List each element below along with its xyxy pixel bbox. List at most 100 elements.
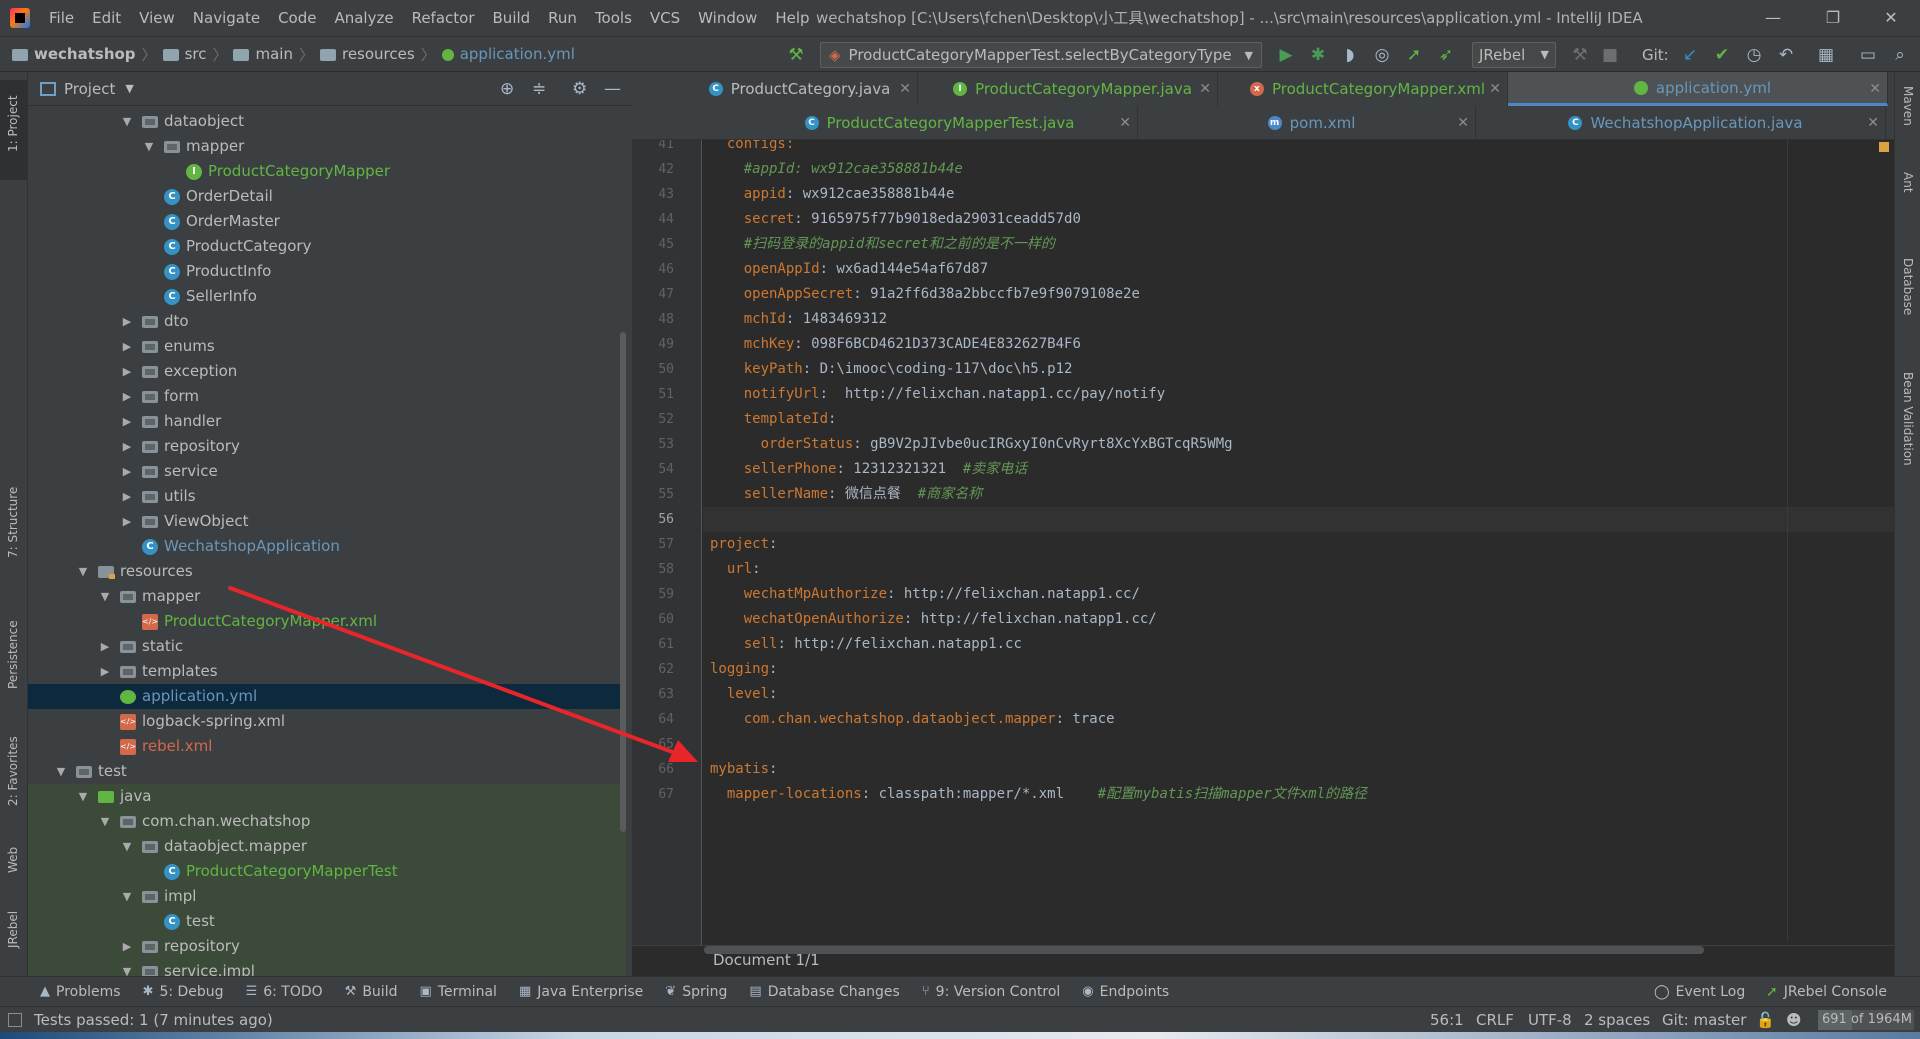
expanded-arrow-icon[interactable]: ▼ [120, 834, 134, 859]
tree-item[interactable]: ▶ exception [28, 359, 626, 384]
jrebel-select[interactable]: JRebel ▼ [1472, 42, 1556, 68]
menu-analyze[interactable]: Analyze [325, 0, 402, 36]
tree-item[interactable]: ▼ mapper [28, 134, 626, 159]
breadcrumb-file[interactable]: application.yml [441, 44, 575, 65]
close-tab-icon[interactable]: ✕ [1119, 106, 1131, 140]
expanded-arrow-icon[interactable]: ▼ [120, 109, 134, 134]
breadcrumb-main[interactable]: main [233, 44, 293, 65]
tree-item[interactable]: C ProductInfo [28, 259, 626, 284]
tree-item[interactable]: </> logback-spring.xml [28, 709, 626, 734]
tree-item[interactable]: application.yml [28, 684, 626, 709]
tree-item[interactable]: </> rebel.xml [28, 734, 626, 759]
expanded-arrow-icon[interactable]: ▼ [76, 784, 90, 809]
collapsed-arrow-icon[interactable]: ▶ [120, 509, 134, 534]
collapsed-arrow-icon[interactable]: ▶ [98, 634, 112, 659]
tab-maven[interactable]: Maven [1901, 86, 1915, 126]
caret-position[interactable]: 56:1 [1430, 1007, 1464, 1033]
tree-item[interactable]: ▼ java [28, 784, 626, 809]
tab-bean-validation[interactable]: Bean Validation [1901, 372, 1915, 466]
editor-tab[interactable]: m pom.xml ✕ [1138, 106, 1476, 140]
git-branch[interactable]: Git: master [1662, 1007, 1746, 1033]
tree-scrollbar[interactable] [620, 332, 626, 832]
expanded-arrow-icon[interactable]: ▼ [142, 134, 156, 159]
tree-item[interactable]: ▶ utils [28, 484, 626, 509]
expanded-arrow-icon[interactable]: ▼ [98, 809, 112, 834]
tree-item[interactable]: </> ProductCategoryMapper.xml [28, 609, 626, 634]
toggle-tool-windows-icon[interactable] [8, 1013, 22, 1027]
collapse-all-icon[interactable]: ≑ [532, 80, 546, 98]
tab-project[interactable]: 1: Project [0, 80, 28, 180]
project-view-select[interactable]: Project [64, 80, 115, 98]
tab-structure[interactable]: 7: Structure [0, 472, 28, 562]
collapsed-arrow-icon[interactable]: ▶ [120, 309, 134, 334]
tree-item[interactable]: ▶ dto [28, 309, 626, 334]
git-history-icon[interactable]: ◷ [1744, 45, 1764, 65]
tool-window-6-todo[interactable]: ☰ 6: TODO [246, 984, 323, 1000]
coverage-icon[interactable]: ◗ [1340, 45, 1360, 65]
tree-item[interactable]: ▼ com.chan.wechatshop [28, 809, 626, 834]
tree-item[interactable]: ▶ templates [28, 659, 626, 684]
collapsed-arrow-icon[interactable]: ▶ [98, 659, 112, 684]
menu-refactor[interactable]: Refactor [403, 0, 484, 36]
tool-window-5-debug[interactable]: ✱ 5: Debug [143, 984, 224, 1000]
tree-item[interactable]: C OrderDetail [28, 184, 626, 209]
editor-tab[interactable]: C ProductCategory.java ✕ [672, 72, 918, 106]
tool-window-9-version-control[interactable]: ⑂ 9: Version Control [922, 984, 1060, 1000]
breadcrumb-src[interactable]: src [162, 44, 206, 65]
presentation-icon[interactable]: ▭ [1858, 45, 1878, 65]
chevron-down-icon[interactable]: ▼ [125, 82, 133, 95]
tool-window-endpoints[interactable]: ◉ Endpoints [1082, 984, 1169, 1000]
tree-item[interactable]: ▼ resources [28, 559, 626, 584]
tree-item[interactable]: ▼ test [28, 759, 626, 784]
collapsed-arrow-icon[interactable]: ▶ [120, 409, 134, 434]
tree-item[interactable]: ▼ dataobject.mapper [28, 834, 626, 859]
expanded-arrow-icon[interactable]: ▼ [76, 559, 90, 584]
jrebel-run-icon[interactable]: ➚ [1404, 45, 1424, 65]
tree-item[interactable]: Ctest [28, 909, 626, 934]
search-everywhere-icon[interactable]: ⌕ [1890, 45, 1910, 65]
tree-item[interactable]: C WechatshopApplication [28, 534, 626, 559]
editor-tab[interactable]: x ProductCategoryMapper.xml ✕ [1218, 72, 1508, 106]
expanded-arrow-icon[interactable]: ▼ [120, 884, 134, 909]
run-icon[interactable]: ▶ [1276, 45, 1296, 65]
tree-item[interactable]: ▶ handler [28, 409, 626, 434]
minimize-icon[interactable]: — [1750, 0, 1796, 36]
tool-window-build[interactable]: ⚒ Build [345, 984, 398, 1000]
collapsed-arrow-icon[interactable]: ▶ [120, 934, 134, 959]
tree-item[interactable]: ▼ mapper [28, 584, 626, 609]
collapsed-arrow-icon[interactable]: ▶ [120, 484, 134, 509]
close-tab-icon[interactable]: ✕ [1457, 106, 1469, 140]
tool-window-database-changes[interactable]: ▤ Database Changes [749, 984, 899, 1000]
tool-window-spring[interactable]: ❦ Spring [665, 984, 727, 1000]
event-log-button[interactable]: ◯ Event Log [1654, 977, 1745, 1007]
tree-item[interactable]: I ProductCategoryMapper [28, 159, 626, 184]
gear-icon[interactable]: ⚙ [572, 80, 587, 98]
status-message[interactable]: Tests passed: 1 (7 minutes ago) [34, 1007, 273, 1033]
project-structure-icon[interactable]: ▦ [1816, 45, 1836, 65]
menu-tools[interactable]: Tools [586, 0, 641, 36]
tab-ant[interactable]: Ant [1901, 172, 1915, 193]
tab-database[interactable]: Database [1901, 258, 1915, 315]
git-commit-icon[interactable]: ✔ [1712, 45, 1732, 65]
tree-item[interactable]: C ProductCategoryMapperTest [28, 859, 626, 884]
menu-vcs[interactable]: VCS [641, 0, 689, 36]
tree-item[interactable]: C SellerInfo [28, 284, 626, 309]
file-encoding[interactable]: UTF-8 [1528, 1007, 1572, 1033]
horizontal-scrollbar[interactable] [704, 946, 1704, 954]
tree-item[interactable]: ▼ service.impl [28, 959, 626, 976]
menu-window[interactable]: Window [689, 0, 766, 36]
close-tab-icon[interactable]: ✕ [1199, 72, 1211, 106]
menu-file[interactable]: File [40, 0, 83, 36]
expanded-arrow-icon[interactable]: ▼ [120, 959, 134, 976]
lock-icon[interactable]: 🔓 [1756, 1007, 1775, 1033]
editor-tab[interactable]: I ProductCategoryMapper.java ✕ [918, 72, 1218, 106]
close-tab-icon[interactable]: ✕ [1489, 72, 1501, 106]
tree-item[interactable]: ▶ repository [28, 434, 626, 459]
collapsed-arrow-icon[interactable]: ▶ [120, 459, 134, 484]
hide-panel-icon[interactable]: — [604, 80, 621, 98]
debug-icon[interactable]: ✱ [1308, 45, 1328, 65]
close-tab-icon[interactable]: ✕ [1869, 72, 1881, 106]
tab-jrebel[interactable]: JRebel [0, 892, 28, 952]
collapsed-arrow-icon[interactable]: ▶ [120, 334, 134, 359]
memory-indicator[interactable]: 691 of 1964M [1818, 1010, 1914, 1030]
